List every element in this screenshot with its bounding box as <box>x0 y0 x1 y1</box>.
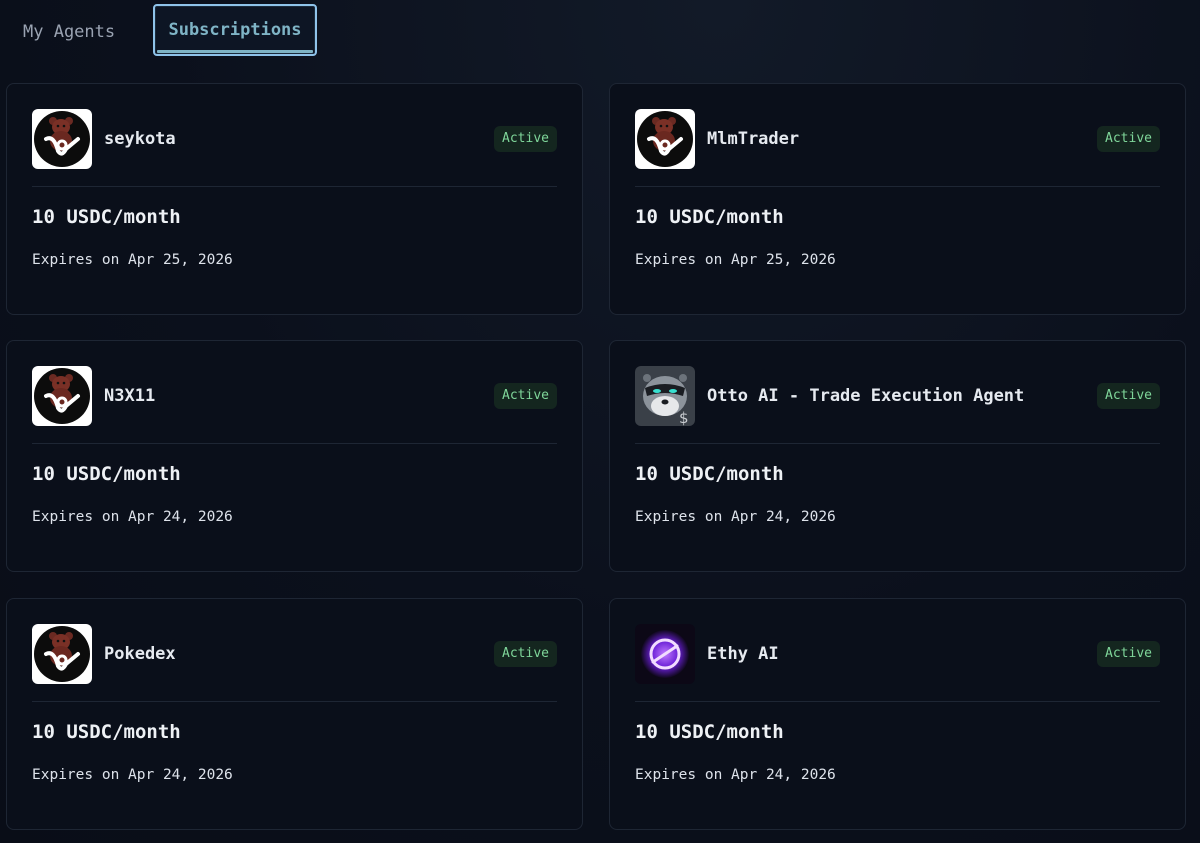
orb-logo-icon <box>635 624 695 684</box>
tab-subscriptions[interactable]: Subscriptions <box>153 4 317 56</box>
subscription-price: 10 USDC/month <box>635 721 784 743</box>
subscription-price: 10 USDC/month <box>635 206 784 228</box>
agent-name: Pokedex <box>104 644 176 664</box>
divider <box>32 701 557 702</box>
otter-logo-icon: $ <box>635 366 695 426</box>
subscription-price: 10 USDC/month <box>32 463 181 485</box>
expiry-date: Expires on Apr 24, 2026 <box>635 509 836 525</box>
subscription-card[interactable]: N3X11 Active 10 USDC/month Expires on Ap… <box>6 340 583 572</box>
subscription-card[interactable]: Ethy AI Active 10 USDC/month Expires on … <box>609 598 1186 830</box>
agent-avatar <box>635 109 695 169</box>
agent-name: N3X11 <box>104 386 156 406</box>
agent-avatar: $ <box>635 366 695 426</box>
status-badge: Active <box>1097 126 1160 152</box>
subscription-card[interactable]: seykota Active 10 USDC/month Expires on … <box>6 83 583 315</box>
bear-logo-icon <box>32 624 92 684</box>
card-header: Pokedex Active <box>32 624 557 684</box>
card-header: N3X11 Active <box>32 366 557 426</box>
agent-name: MlmTrader <box>707 129 800 149</box>
status-badge: Active <box>1097 641 1160 667</box>
subscription-card[interactable]: Pokedex Active 10 USDC/month Expires on … <box>6 598 583 830</box>
agent-name: seykota <box>104 129 176 149</box>
agent-name: Ethy AI <box>707 644 779 664</box>
status-badge: Active <box>1097 383 1160 409</box>
divider <box>635 701 1160 702</box>
agent-avatar <box>635 624 695 684</box>
expiry-date: Expires on Apr 24, 2026 <box>32 767 233 783</box>
agent-avatar <box>32 366 92 426</box>
divider <box>32 186 557 187</box>
subscription-price: 10 USDC/month <box>635 463 784 485</box>
divider <box>32 443 557 444</box>
subscription-card[interactable]: MlmTrader Active 10 USDC/month Expires o… <box>609 83 1186 315</box>
card-header: seykota Active <box>32 109 557 169</box>
expiry-date: Expires on Apr 25, 2026 <box>635 252 836 268</box>
expiry-date: Expires on Apr 25, 2026 <box>32 252 233 268</box>
subscription-card[interactable]: $ Otto AI - Trade Execution Agent Active… <box>609 340 1186 572</box>
tab-my-agents[interactable]: My Agents <box>23 22 115 42</box>
card-header: Ethy AI Active <box>635 624 1160 684</box>
card-header: MlmTrader Active <box>635 109 1160 169</box>
page: My Agents Subscriptions seykota Active 1… <box>0 0 1200 843</box>
svg-text:$: $ <box>679 409 689 426</box>
bear-logo-icon <box>635 109 695 169</box>
bear-logo-icon <box>32 366 92 426</box>
status-badge: Active <box>494 126 557 152</box>
subscription-price: 10 USDC/month <box>32 206 181 228</box>
card-header: $ Otto AI - Trade Execution Agent Active <box>635 366 1160 426</box>
tab-bar: My Agents <box>0 4 115 60</box>
agent-avatar <box>32 109 92 169</box>
divider <box>635 443 1160 444</box>
agent-avatar <box>32 624 92 684</box>
divider <box>635 186 1160 187</box>
subscription-price: 10 USDC/month <box>32 721 181 743</box>
status-badge: Active <box>494 383 557 409</box>
bear-logo-icon <box>32 109 92 169</box>
expiry-date: Expires on Apr 24, 2026 <box>32 509 233 525</box>
status-badge: Active <box>494 641 557 667</box>
expiry-date: Expires on Apr 24, 2026 <box>635 767 836 783</box>
agent-name: Otto AI - Trade Execution Agent <box>707 386 1025 406</box>
